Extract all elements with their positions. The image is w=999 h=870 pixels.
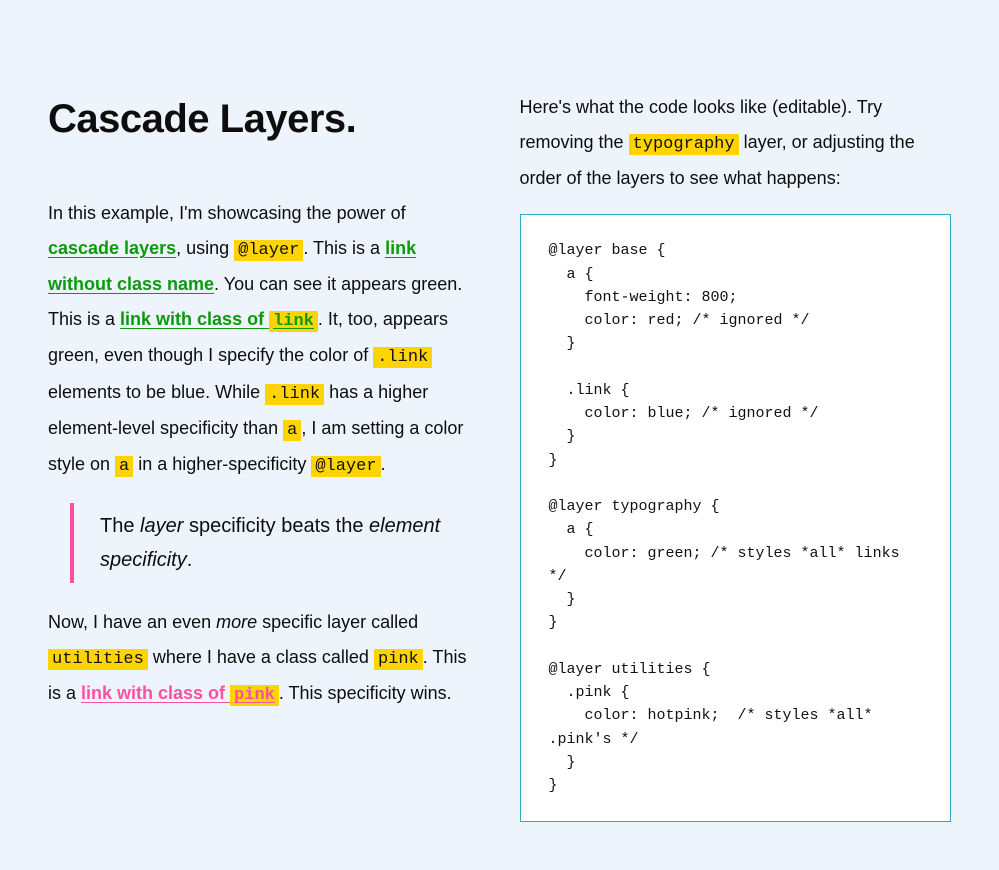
page-title: Cascade Layers.	[48, 80, 480, 158]
code-dot-link: .link	[265, 384, 324, 405]
code-utilities: utilities	[48, 649, 148, 670]
code-link-in-anchor: link	[269, 311, 318, 332]
link-with-class-link[interactable]: link with class of link	[120, 309, 318, 329]
code-at-layer: @layer	[311, 456, 380, 477]
text: In this example, I'm showcasing the powe…	[48, 203, 406, 223]
text: specificity beats the	[183, 515, 369, 537]
text: elements to be blue. While	[48, 382, 265, 402]
code-a: a	[283, 420, 301, 441]
text: . This is a	[303, 238, 385, 258]
two-column-layout: Cascade Layers. In this example, I'm sho…	[48, 48, 951, 822]
code-editor[interactable]: @layer base { a { font-weight: 800; colo…	[520, 214, 952, 822]
text: .	[187, 549, 193, 571]
code-at-layer: @layer	[234, 240, 303, 261]
text: specific layer called	[257, 612, 418, 632]
code-pink: pink	[374, 649, 423, 670]
emphasis: more	[216, 612, 257, 632]
right-column: Here's what the code looks like (editabl…	[520, 48, 952, 822]
text: The	[100, 515, 140, 537]
code-pink-in-anchor: pink	[230, 685, 279, 706]
code-a: a	[115, 456, 133, 477]
left-column: Cascade Layers. In this example, I'm sho…	[48, 48, 480, 726]
text: .	[381, 454, 386, 474]
text: , using	[176, 238, 234, 258]
code-dot-link: .link	[373, 347, 432, 368]
text: where I have a class called	[148, 647, 374, 667]
intro-paragraph: In this example, I'm showcasing the powe…	[48, 196, 480, 483]
text: . This specificity wins.	[279, 683, 452, 703]
emphasis: layer	[140, 515, 183, 537]
link-with-class-pink[interactable]: link with class of pink	[81, 683, 279, 703]
blockquote: The layer specificity beats the element …	[70, 503, 480, 583]
text: Now, I have an even	[48, 612, 216, 632]
second-paragraph: Now, I have an even more specific layer …	[48, 605, 480, 712]
text: in a higher-specificity	[133, 454, 311, 474]
code-intro: Here's what the code looks like (editabl…	[520, 90, 952, 196]
link-cascade-layers[interactable]: cascade layers	[48, 238, 176, 258]
code-typography: typography	[629, 134, 739, 155]
